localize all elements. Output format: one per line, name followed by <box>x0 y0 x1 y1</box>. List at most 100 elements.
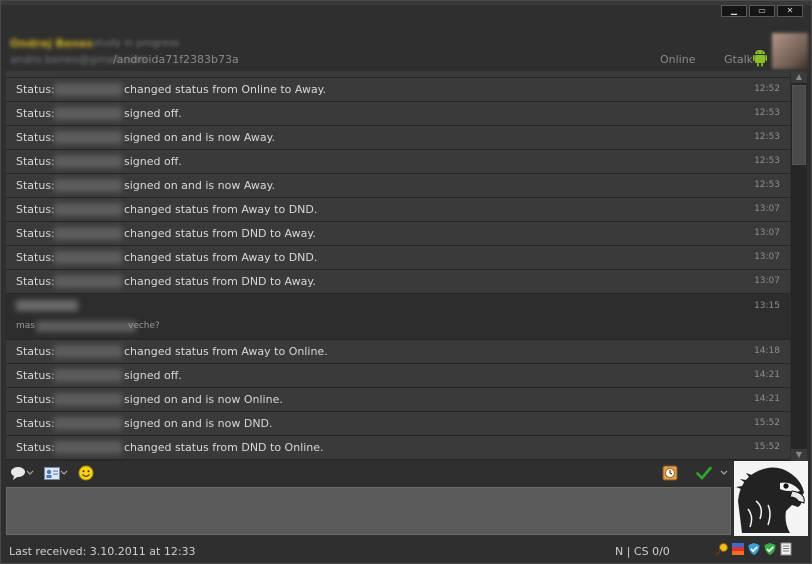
status-time: 12:53 <box>754 132 780 142</box>
log-scrollbar[interactable]: ▲ ▼ <box>791 71 807 461</box>
status-prefix: Status: <box>16 369 55 382</box>
chevron-down-icon <box>720 470 728 475</box>
contact-name-blurred <box>54 441 122 454</box>
status-event-row: Status: changed status from DND to Away. 1… <box>6 222 790 246</box>
minimize-button[interactable]: ▁ <box>721 5 747 17</box>
contact-avatar[interactable] <box>734 461 808 536</box>
flags-icon[interactable] <box>731 542 745 556</box>
status-time: 13:07 <box>754 204 780 214</box>
contact-name-blurred <box>54 131 122 144</box>
contact-header: Ondrej Benes study in progress andro.ben… <box>1 19 811 71</box>
status-time: 14:21 <box>754 394 780 404</box>
contact-info-button[interactable] <box>44 465 68 481</box>
status-time: 12:53 <box>754 180 780 190</box>
status-prefix: Status: <box>16 441 55 454</box>
status-event-row: Status: changed status from Away to DND. 1… <box>6 246 790 270</box>
contact-card-icon <box>44 466 60 480</box>
status-prefix: Status: <box>16 275 55 288</box>
status-message: changed status from Away to DND. <box>124 203 318 216</box>
status-message: changed status from DND to Online. <box>124 441 324 454</box>
close-button[interactable]: ✕ <box>777 5 803 17</box>
status-time: 12:53 <box>754 108 780 118</box>
chat-mode-button[interactable] <box>10 465 34 481</box>
status-time: 15:52 <box>754 442 780 452</box>
message-input[interactable] <box>6 487 731 535</box>
protocol-label: Gtalk <box>724 53 754 66</box>
status-event-row: Status: changed status from Online to Awa… <box>6 78 790 102</box>
status-message: changed status from Away to DND. <box>124 251 318 264</box>
scroll-thumb[interactable] <box>792 85 806 165</box>
status-message: changed status from Online to Away. <box>124 83 327 96</box>
status-event-row: Status: changed status from Away to DND. 1… <box>6 198 790 222</box>
send-button[interactable] <box>696 465 712 481</box>
status-time: 13:07 <box>754 276 780 286</box>
emoticon-button[interactable] <box>78 465 94 481</box>
status-event-row: Status: signed off. 12:53 <box>6 102 790 126</box>
contact-name-blurred <box>54 107 122 120</box>
status-message: signed off. <box>124 155 182 168</box>
status-prefix: Status: <box>16 155 55 168</box>
maximize-button[interactable]: ▭ <box>749 5 775 17</box>
search-icon[interactable] <box>715 542 729 556</box>
last-received-text: Last received: 3.10.2011 at 12:33 <box>9 545 196 558</box>
contact-name: Ondrej Benes <box>10 37 94 50</box>
contact-status: Online <box>660 53 696 66</box>
contact-avatar-thumb[interactable] <box>772 33 808 69</box>
status-message: changed status from DND to Away. <box>124 275 316 288</box>
chat-state-text: N | CS 0/0 <box>615 545 670 558</box>
status-event-row: Status: changed status from Away to Onlin… <box>6 340 790 364</box>
status-prefix: Status: <box>16 227 55 240</box>
status-message: signed on and is now Away. <box>124 179 276 192</box>
contact-name-blurred <box>54 275 122 288</box>
log-row-partial <box>6 71 790 78</box>
shield-check-icon[interactable] <box>763 542 777 556</box>
status-time: 12:53 <box>754 156 780 166</box>
eagle-avatar-image <box>734 461 808 536</box>
speech-bubble-icon <box>11 467 25 480</box>
contact-name-blurred <box>54 155 122 168</box>
contact-name-blurred <box>54 203 122 216</box>
chat-sender-blurred <box>16 300 78 311</box>
shield-check-icon[interactable] <box>747 542 761 556</box>
scroll-down-arrow[interactable]: ▼ <box>791 449 807 461</box>
chat-text-start: mas <box>16 321 35 331</box>
send-options-dropdown[interactable] <box>720 465 728 481</box>
status-prefix: Status: <box>16 179 55 192</box>
status-time: 13:07 <box>754 252 780 262</box>
checkmark-icon <box>696 466 712 480</box>
status-prefix: Status: <box>16 107 55 120</box>
status-time: 14:18 <box>754 346 780 356</box>
status-event-row: Status: signed on and is now Away. 12:53 <box>6 126 790 150</box>
smiley-icon <box>78 465 94 481</box>
history-button[interactable] <box>662 465 678 481</box>
chat-time: 13:15 <box>754 301 780 311</box>
status-prefix: Status: <box>16 417 55 430</box>
scroll-up-arrow[interactable]: ▲ <box>791 71 807 83</box>
status-event-row: Status: changed status from DND to Online… <box>6 436 790 460</box>
compose-toolbar <box>1 461 733 486</box>
status-message: changed status from Away to Online. <box>124 345 328 358</box>
status-time: 15:52 <box>754 418 780 428</box>
contact-name-blurred <box>54 83 122 96</box>
status-event-row: Status: signed off. 12:53 <box>6 150 790 174</box>
chat-text-end: veche? <box>128 321 160 331</box>
chevron-down-icon <box>26 470 34 475</box>
message-log[interactable]: Status: changed status from Online to Awa… <box>6 71 790 461</box>
status-event-row: Status: signed on and is now Away. 12:53 <box>6 174 790 198</box>
contact-name-blurred <box>54 393 122 406</box>
status-bar: Last received: 3.10.2011 at 12:33 N | CS… <box>1 539 811 563</box>
status-prefix: Status: <box>16 203 55 216</box>
status-event-row: Status: signed on and is now Online. 14:21 <box>6 388 790 412</box>
clock-icon <box>662 465 678 481</box>
notes-icon[interactable] <box>779 542 793 556</box>
status-time: 13:07 <box>754 228 780 238</box>
title-strip <box>1 1 811 5</box>
status-message: changed status from DND to Away. <box>124 227 316 240</box>
status-message: signed off. <box>124 369 182 382</box>
contact-mood: study in progress <box>93 38 180 49</box>
window-controls: ▁ ▭ ✕ <box>721 5 803 17</box>
status-message: signed on and is now DND. <box>124 417 273 430</box>
chat-text-blurred <box>36 321 136 332</box>
status-time: 12:52 <box>754 84 780 94</box>
contact-name-blurred <box>54 369 122 382</box>
